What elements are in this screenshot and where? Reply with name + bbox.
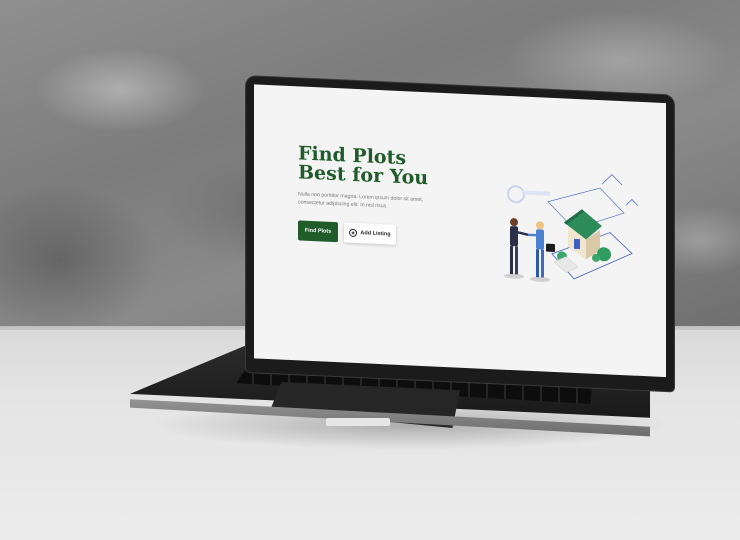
laptop-screen: Find Plots Best for You Nulla non portti… xyxy=(254,84,666,378)
house-door xyxy=(574,238,580,250)
person-right-head xyxy=(536,221,544,230)
garden-path xyxy=(553,256,579,273)
add-listing-button-label: Add Listing xyxy=(360,230,391,238)
deco-chevron xyxy=(625,199,639,207)
person-left-arm xyxy=(517,231,529,236)
person-left-head xyxy=(510,218,518,227)
hero-title: Find Plots Best for You xyxy=(298,142,458,189)
hero-subtitle: Nulla non porttitor magna. Lorem ipsum d… xyxy=(298,191,424,210)
person-left-leg1 xyxy=(510,245,513,275)
key-icon xyxy=(507,185,525,204)
person-shadow-right xyxy=(530,276,550,282)
briefcase-icon xyxy=(546,243,555,252)
house-handshake-illustration xyxy=(504,174,639,282)
person-shadow-left xyxy=(504,273,524,279)
deco-arrow xyxy=(601,174,623,186)
person-left-leg2 xyxy=(515,246,518,275)
find-plots-button[interactable]: Find Plots xyxy=(298,220,338,243)
person-right-leg1 xyxy=(536,249,539,278)
person-right-leg2 xyxy=(541,249,544,278)
person-left-body xyxy=(510,226,518,247)
laptop-lid: Find Plots Best for You Nulla non portti… xyxy=(246,76,674,392)
laptop-front-notch xyxy=(326,418,390,426)
add-listing-button[interactable]: Add Listing xyxy=(344,222,396,245)
key-shaft xyxy=(522,190,550,196)
find-plots-button-label: Find Plots xyxy=(304,227,332,235)
plus-circle-icon xyxy=(349,228,358,238)
person-right-body xyxy=(536,229,544,250)
